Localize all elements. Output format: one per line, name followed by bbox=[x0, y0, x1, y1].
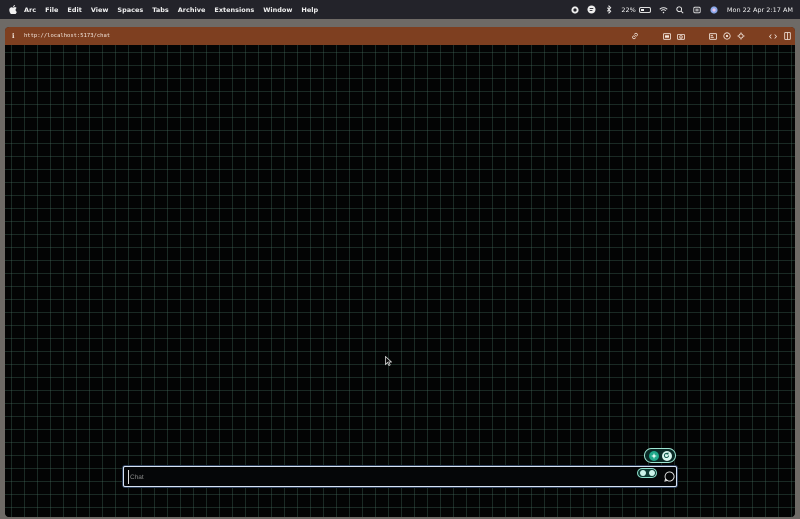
menu-tabs[interactable]: Tabs bbox=[152, 6, 169, 14]
chat-input[interactable] bbox=[128, 470, 628, 484]
menu-bar: Arc File Edit View Spaces Tabs Archive E… bbox=[0, 0, 800, 19]
search-icon[interactable] bbox=[676, 5, 685, 14]
record-icon[interactable] bbox=[570, 5, 579, 14]
refresh-button[interactable] bbox=[661, 450, 672, 461]
siri-icon[interactable] bbox=[710, 5, 719, 14]
assist-dot-icon bbox=[639, 470, 646, 476]
menu-edit[interactable]: Edit bbox=[67, 6, 81, 14]
battery-icon bbox=[638, 6, 651, 13]
floating-actions bbox=[644, 448, 676, 463]
developer-tools-icon[interactable] bbox=[769, 32, 777, 40]
grid-canvas bbox=[5, 45, 795, 517]
sparkle-button[interactable] bbox=[648, 450, 659, 461]
menubar-clock[interactable]: Mon 22 Apr 2:17 AM bbox=[727, 6, 793, 14]
battery-status[interactable]: 22% bbox=[621, 5, 651, 14]
capture-icon[interactable] bbox=[663, 32, 671, 40]
input-assist-toggle[interactable] bbox=[637, 468, 657, 478]
refresh-icon bbox=[663, 452, 670, 459]
bluetooth-icon[interactable] bbox=[604, 5, 613, 14]
control-center-icon[interactable] bbox=[693, 5, 702, 14]
chat-bubble-icon[interactable] bbox=[587, 5, 596, 14]
apple-logo-icon[interactable] bbox=[9, 5, 19, 15]
assist-refresh-icon bbox=[648, 470, 655, 476]
menu-app-arc[interactable]: Arc bbox=[24, 6, 36, 14]
sparkle-icon bbox=[650, 452, 657, 459]
menu-extensions[interactable]: Extensions bbox=[214, 6, 254, 14]
battery-percent: 22% bbox=[621, 5, 636, 14]
address-url[interactable]: http://localhost:5173/chat bbox=[24, 33, 110, 39]
menu-archive[interactable]: Archive bbox=[178, 6, 206, 14]
settings-icon[interactable] bbox=[737, 32, 745, 40]
camera-icon[interactable] bbox=[677, 32, 685, 40]
sidebar-toggle-icon[interactable] bbox=[783, 32, 791, 40]
chat-send-icon[interactable] bbox=[664, 471, 675, 482]
menu-help[interactable]: Help bbox=[301, 6, 318, 14]
reader-icon[interactable] bbox=[709, 32, 717, 40]
browser-toolbar: i http://localhost:5173/chat bbox=[5, 27, 795, 45]
link-icon[interactable] bbox=[631, 32, 639, 40]
menu-spaces[interactable]: Spaces bbox=[117, 6, 143, 14]
menu-window[interactable]: Window bbox=[263, 6, 292, 14]
extension-icon[interactable] bbox=[723, 32, 731, 40]
menu-file[interactable]: File bbox=[45, 6, 58, 14]
wifi-icon[interactable] bbox=[659, 5, 668, 14]
browser-window: i http://localhost:5173/chat bbox=[5, 27, 795, 517]
menu-view[interactable]: View bbox=[91, 6, 109, 14]
site-info-icon[interactable]: i bbox=[12, 32, 20, 40]
mouse-cursor-icon bbox=[385, 356, 392, 366]
chat-input-box bbox=[123, 466, 677, 487]
